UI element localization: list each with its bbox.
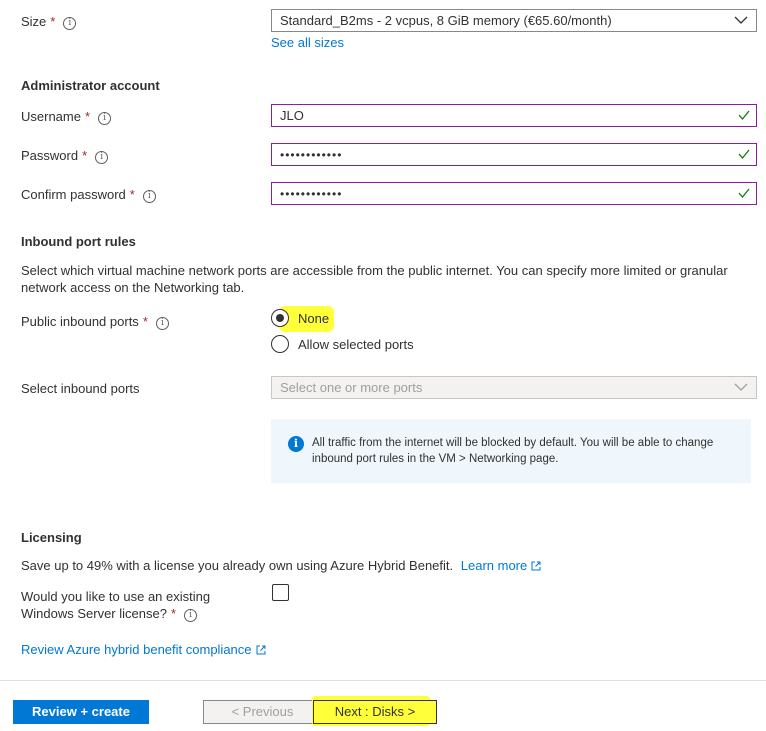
info-icon[interactable]: i [98, 112, 112, 125]
password-input[interactable]: •••••••••••• [271, 143, 757, 166]
password-value: •••••••••••• [280, 148, 343, 162]
radio-none[interactable] [271, 309, 289, 327]
confirm-password-label: Confirm password * i [21, 187, 156, 203]
previous-button[interactable]: < Previous [203, 700, 322, 724]
inbound-description: Select which virtual machine network por… [21, 263, 728, 295]
licensing-section-title: Licensing [21, 530, 82, 545]
public-inbound-label: Public inbound ports * i [21, 314, 169, 330]
size-value: Standard_B2ms - 2 vcpus, 8 GiB memory (€… [280, 13, 612, 28]
admin-section-title: Administrator account [21, 78, 160, 93]
review-compliance-link[interactable]: Review Azure hybrid benefit compliance [21, 642, 266, 657]
inbound-ports-placeholder: Select one or more ports [280, 380, 423, 395]
size-dropdown[interactable]: Standard_B2ms - 2 vcpus, 8 GiB memory (€… [271, 9, 757, 32]
inbound-ports-dropdown[interactable]: Select one or more ports [271, 376, 757, 399]
confirm-password-value: •••••••••••• [280, 187, 343, 201]
confirm-password-input[interactable]: •••••••••••• [271, 182, 757, 205]
info-message-text: All traffic from the internet will be bl… [312, 437, 714, 465]
existing-license-question: Would you like to use an existing Window… [21, 589, 211, 622]
inbound-section-title: Inbound port rules [21, 234, 136, 249]
password-label: Password * i [21, 148, 109, 164]
vm-basics-page: Size * i Standard_B2ms - 2 vcpus, 8 GiB me… [0, 0, 766, 731]
footer-divider [0, 680, 766, 681]
external-link-icon [256, 645, 266, 655]
review-create-button[interactable]: Review + create [13, 700, 149, 724]
info-icon[interactable]: i [155, 317, 169, 330]
learn-more-link[interactable]: Learn more [461, 558, 541, 573]
licensing-description: Save up to 49% with a license you alread… [21, 558, 541, 573]
radio-allow-selected[interactable] [271, 335, 289, 353]
info-icon[interactable]: i [184, 609, 198, 622]
chevron-down-icon [734, 16, 748, 24]
checkmark-icon [738, 188, 750, 199]
info-message-box: i All traffic from the internet will be … [271, 419, 751, 483]
info-icon[interactable]: i [142, 190, 156, 203]
checkmark-icon [738, 149, 750, 160]
see-all-sizes-link[interactable]: See all sizes [271, 35, 344, 50]
info-filled-icon: i [288, 436, 304, 452]
info-icon[interactable]: i [63, 17, 77, 30]
info-icon[interactable]: i [95, 151, 109, 164]
chevron-down-icon [734, 383, 748, 391]
external-link-icon [531, 561, 541, 571]
size-label: Size * i [21, 14, 77, 30]
username-value: JLO [280, 108, 304, 123]
next-disks-button[interactable]: Next : Disks > [313, 700, 437, 724]
checkmark-icon [738, 110, 750, 121]
select-inbound-label: Select inbound ports [21, 381, 140, 396]
radio-none-label[interactable]: None [298, 311, 329, 326]
existing-license-checkbox[interactable] [272, 584, 289, 601]
radio-allow-selected-label[interactable]: Allow selected ports [298, 337, 414, 352]
username-input[interactable]: JLO [271, 104, 757, 127]
username-label: Username * i [21, 109, 112, 125]
